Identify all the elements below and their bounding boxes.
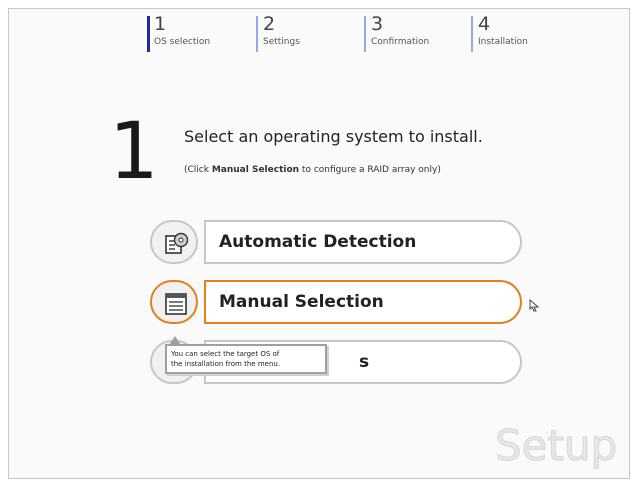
tooltip-line-2: the installation from the menu. (171, 360, 281, 368)
instruction-title: Select an operating system to install. (184, 127, 483, 146)
step-number: 1 (154, 13, 167, 35)
step-number: 4 (478, 13, 491, 35)
step-number: 2 (263, 13, 276, 35)
manual-selection-option[interactable]: Manual Selection (150, 280, 522, 324)
current-step-number: 1 (109, 107, 159, 197)
automatic-detection-button[interactable]: Automatic Detection (204, 220, 522, 264)
automatic-detection-icon-button[interactable] (150, 220, 198, 264)
third-option-label: s (359, 352, 370, 372)
step-indicator-bar (364, 16, 366, 52)
instruction-subtitle: (Click Manual Selection to configure a R… (184, 165, 441, 175)
tooltip: You can select the target OS of the inst… (165, 336, 327, 374)
automatic-detection-option[interactable]: Automatic Detection (150, 220, 522, 264)
manual-selection-button[interactable]: Manual Selection (204, 280, 522, 324)
tooltip-notch (169, 336, 181, 345)
manual-selection-icon-button[interactable] (150, 280, 198, 324)
step-indicator-bar (256, 16, 258, 52)
step-os-selection: 1 OS selection (147, 14, 210, 56)
step-indicator-bar (471, 16, 473, 52)
step-installation: 4 Installation (471, 14, 528, 56)
list-window-icon (165, 293, 187, 315)
step-indicator-bar (147, 16, 150, 52)
disc-drive-icon (165, 232, 189, 254)
instruction-sub-prefix: (Click (184, 165, 212, 175)
instruction-sub-bold: Manual Selection (211, 165, 300, 175)
step-confirmation: 3 Confirmation (364, 14, 429, 56)
step-settings: 2 Settings (256, 14, 300, 56)
step-number: 3 (371, 13, 384, 35)
step-label: Installation (478, 37, 528, 47)
instruction-sub-suffix: to configure a RAID array only) (299, 165, 441, 175)
step-label: Confirmation (371, 37, 430, 47)
step-label: Settings (263, 37, 300, 47)
step-label: OS selection (154, 37, 211, 47)
setup-watermark: Setup (494, 421, 618, 471)
mouse-pointer-icon (529, 298, 540, 312)
tooltip-line-1: You can select the target OS of (171, 350, 280, 358)
